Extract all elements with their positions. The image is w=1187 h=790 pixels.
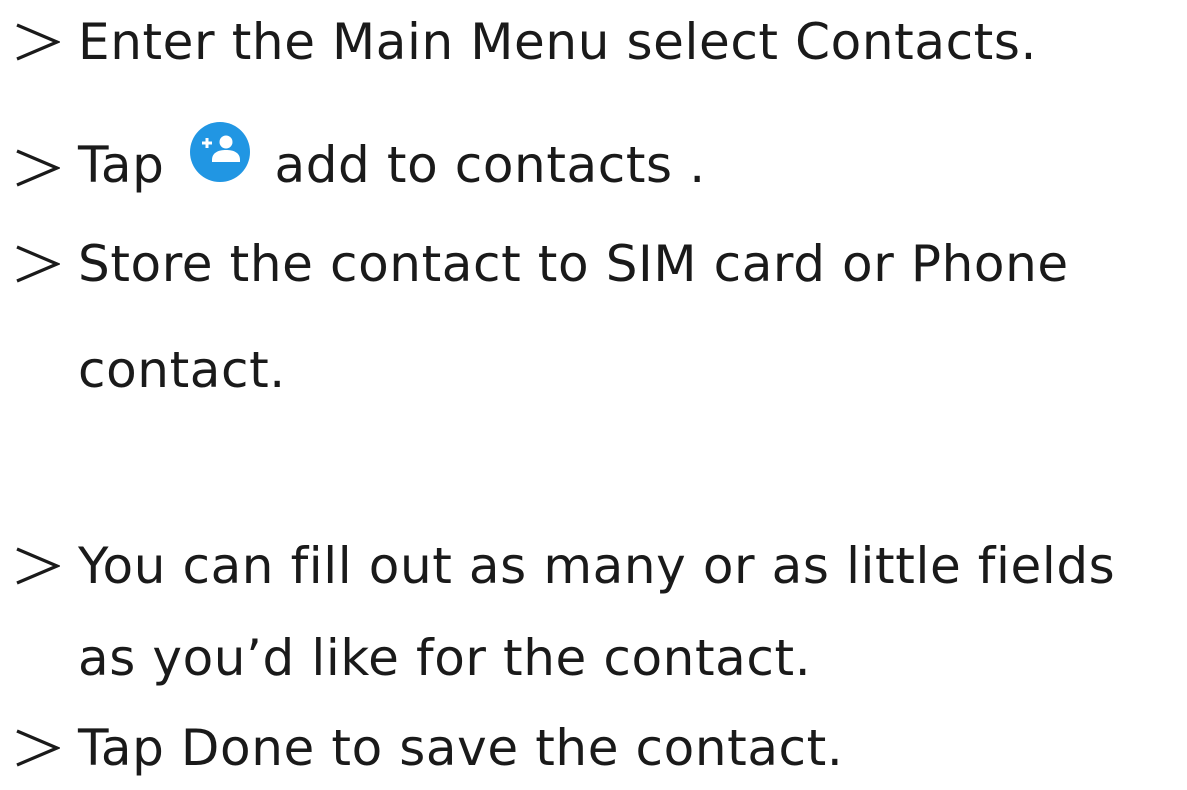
add-contact-icon: [188, 120, 252, 184]
arrowhead-bullet-icon: [16, 23, 60, 61]
arrowhead-bullet-icon: [16, 149, 60, 187]
bullet-text: You can fill out as many or as little fi…: [78, 537, 1116, 595]
bullet-text-continuation: contact.: [78, 341, 286, 399]
arrowhead-bullet-icon: [16, 245, 60, 283]
arrowhead-bullet-icon: [16, 547, 60, 585]
bullet-text: Tap add to contacts .: [78, 122, 706, 201]
instruction-document: Enter the Main Menu select Contacts. Tap…: [0, 0, 1187, 783]
bullet-text: Enter the Main Menu select Contacts.: [78, 13, 1038, 71]
bullet-text-after-icon: add to contacts .: [274, 135, 706, 194]
arrowhead-bullet-icon: [16, 729, 60, 767]
bullet-text: Tap Done to save the contact.: [78, 719, 844, 777]
bullet-text: Store the contact to SIM card or Phone: [78, 235, 1069, 293]
bullet-text-before-icon: Tap: [78, 135, 165, 194]
bullet-text-continuation: as you’d like for the contact.: [78, 629, 812, 687]
